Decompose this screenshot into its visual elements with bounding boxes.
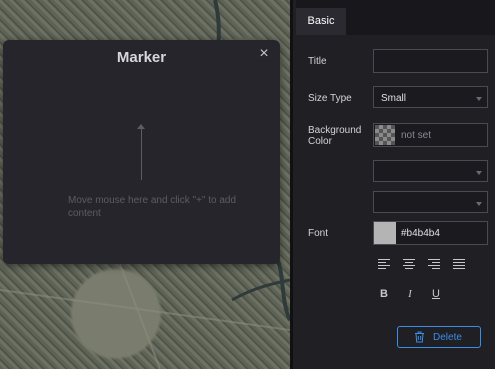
chevron-down-icon xyxy=(476,97,482,101)
background-color-value: not set xyxy=(401,130,432,141)
font-color-swatch[interactable] xyxy=(374,222,396,244)
transparent-swatch[interactable] xyxy=(375,125,395,145)
italic-button[interactable]: I xyxy=(402,288,418,302)
delete-button[interactable]: Delete xyxy=(397,326,481,348)
marker-dialog: Marker × Move mouse here and click "+" t… xyxy=(3,40,280,264)
trash-icon xyxy=(415,331,424,343)
align-justify-icon[interactable] xyxy=(453,259,467,269)
option-select-1[interactable] xyxy=(373,160,488,182)
size-type-value: Small xyxy=(381,93,407,104)
properties-panel: Basic Title Size Type Small Background C… xyxy=(290,0,495,369)
chevron-down-icon xyxy=(476,202,482,206)
align-left-icon[interactable] xyxy=(378,259,392,269)
add-content-hint[interactable]: Move mouse here and click "+" to add con… xyxy=(68,194,238,220)
underline-button[interactable]: U xyxy=(428,288,444,302)
size-type-select[interactable]: Small xyxy=(373,86,488,108)
font-color-value: #b4b4b4 xyxy=(401,228,440,239)
bold-button[interactable]: B xyxy=(376,288,392,302)
close-icon[interactable]: × xyxy=(257,46,271,62)
tab-basic[interactable]: Basic xyxy=(296,8,346,35)
chevron-down-icon xyxy=(476,171,482,175)
font-color-picker[interactable]: #b4b4b4 xyxy=(373,221,488,245)
font-label: Font xyxy=(308,228,329,239)
background-color-label: Background Color xyxy=(308,125,362,147)
title-label: Title xyxy=(308,56,327,67)
title-input[interactable] xyxy=(373,49,488,73)
option-select-2[interactable] xyxy=(373,191,488,213)
align-center-icon[interactable] xyxy=(403,259,417,269)
panel-tabbar: Basic xyxy=(296,0,495,35)
align-right-icon[interactable] xyxy=(428,259,442,269)
drop-zone-line xyxy=(141,127,142,180)
marker-title: Marker xyxy=(116,49,167,66)
background-color-picker[interactable]: not set xyxy=(373,123,488,147)
delete-label: Delete xyxy=(433,332,462,343)
size-type-label: Size Type xyxy=(308,93,352,104)
